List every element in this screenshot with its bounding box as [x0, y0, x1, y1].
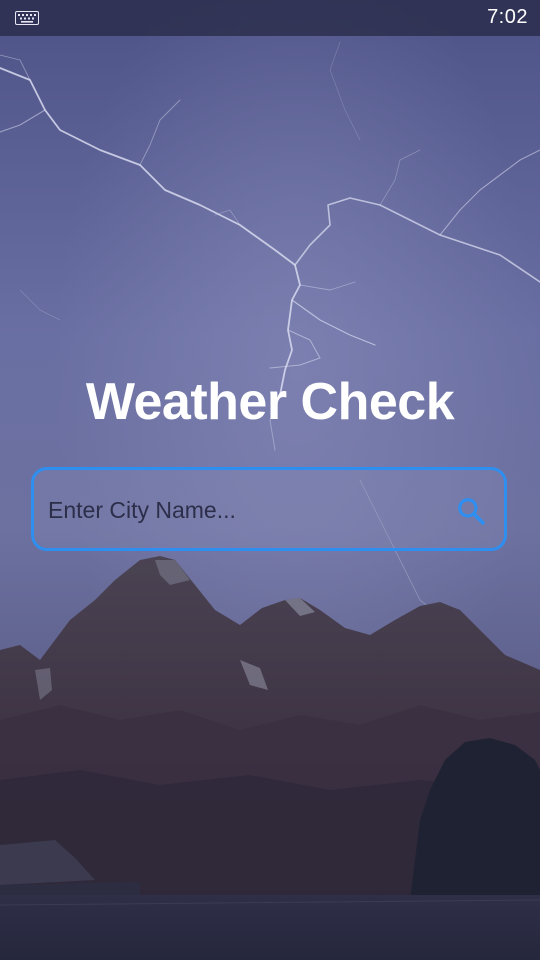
app-title: Weather Check — [85, 373, 455, 431]
city-search-input[interactable] — [48, 488, 428, 532]
search-icon[interactable] — [456, 496, 486, 526]
status-bar: 7:02 — [0, 0, 540, 36]
status-time: 7:02 — [487, 6, 528, 28]
search-bar[interactable] — [31, 467, 507, 551]
keyboard-icon — [15, 11, 39, 25]
app-screen: 7:02 Weather Check — [0, 0, 540, 960]
